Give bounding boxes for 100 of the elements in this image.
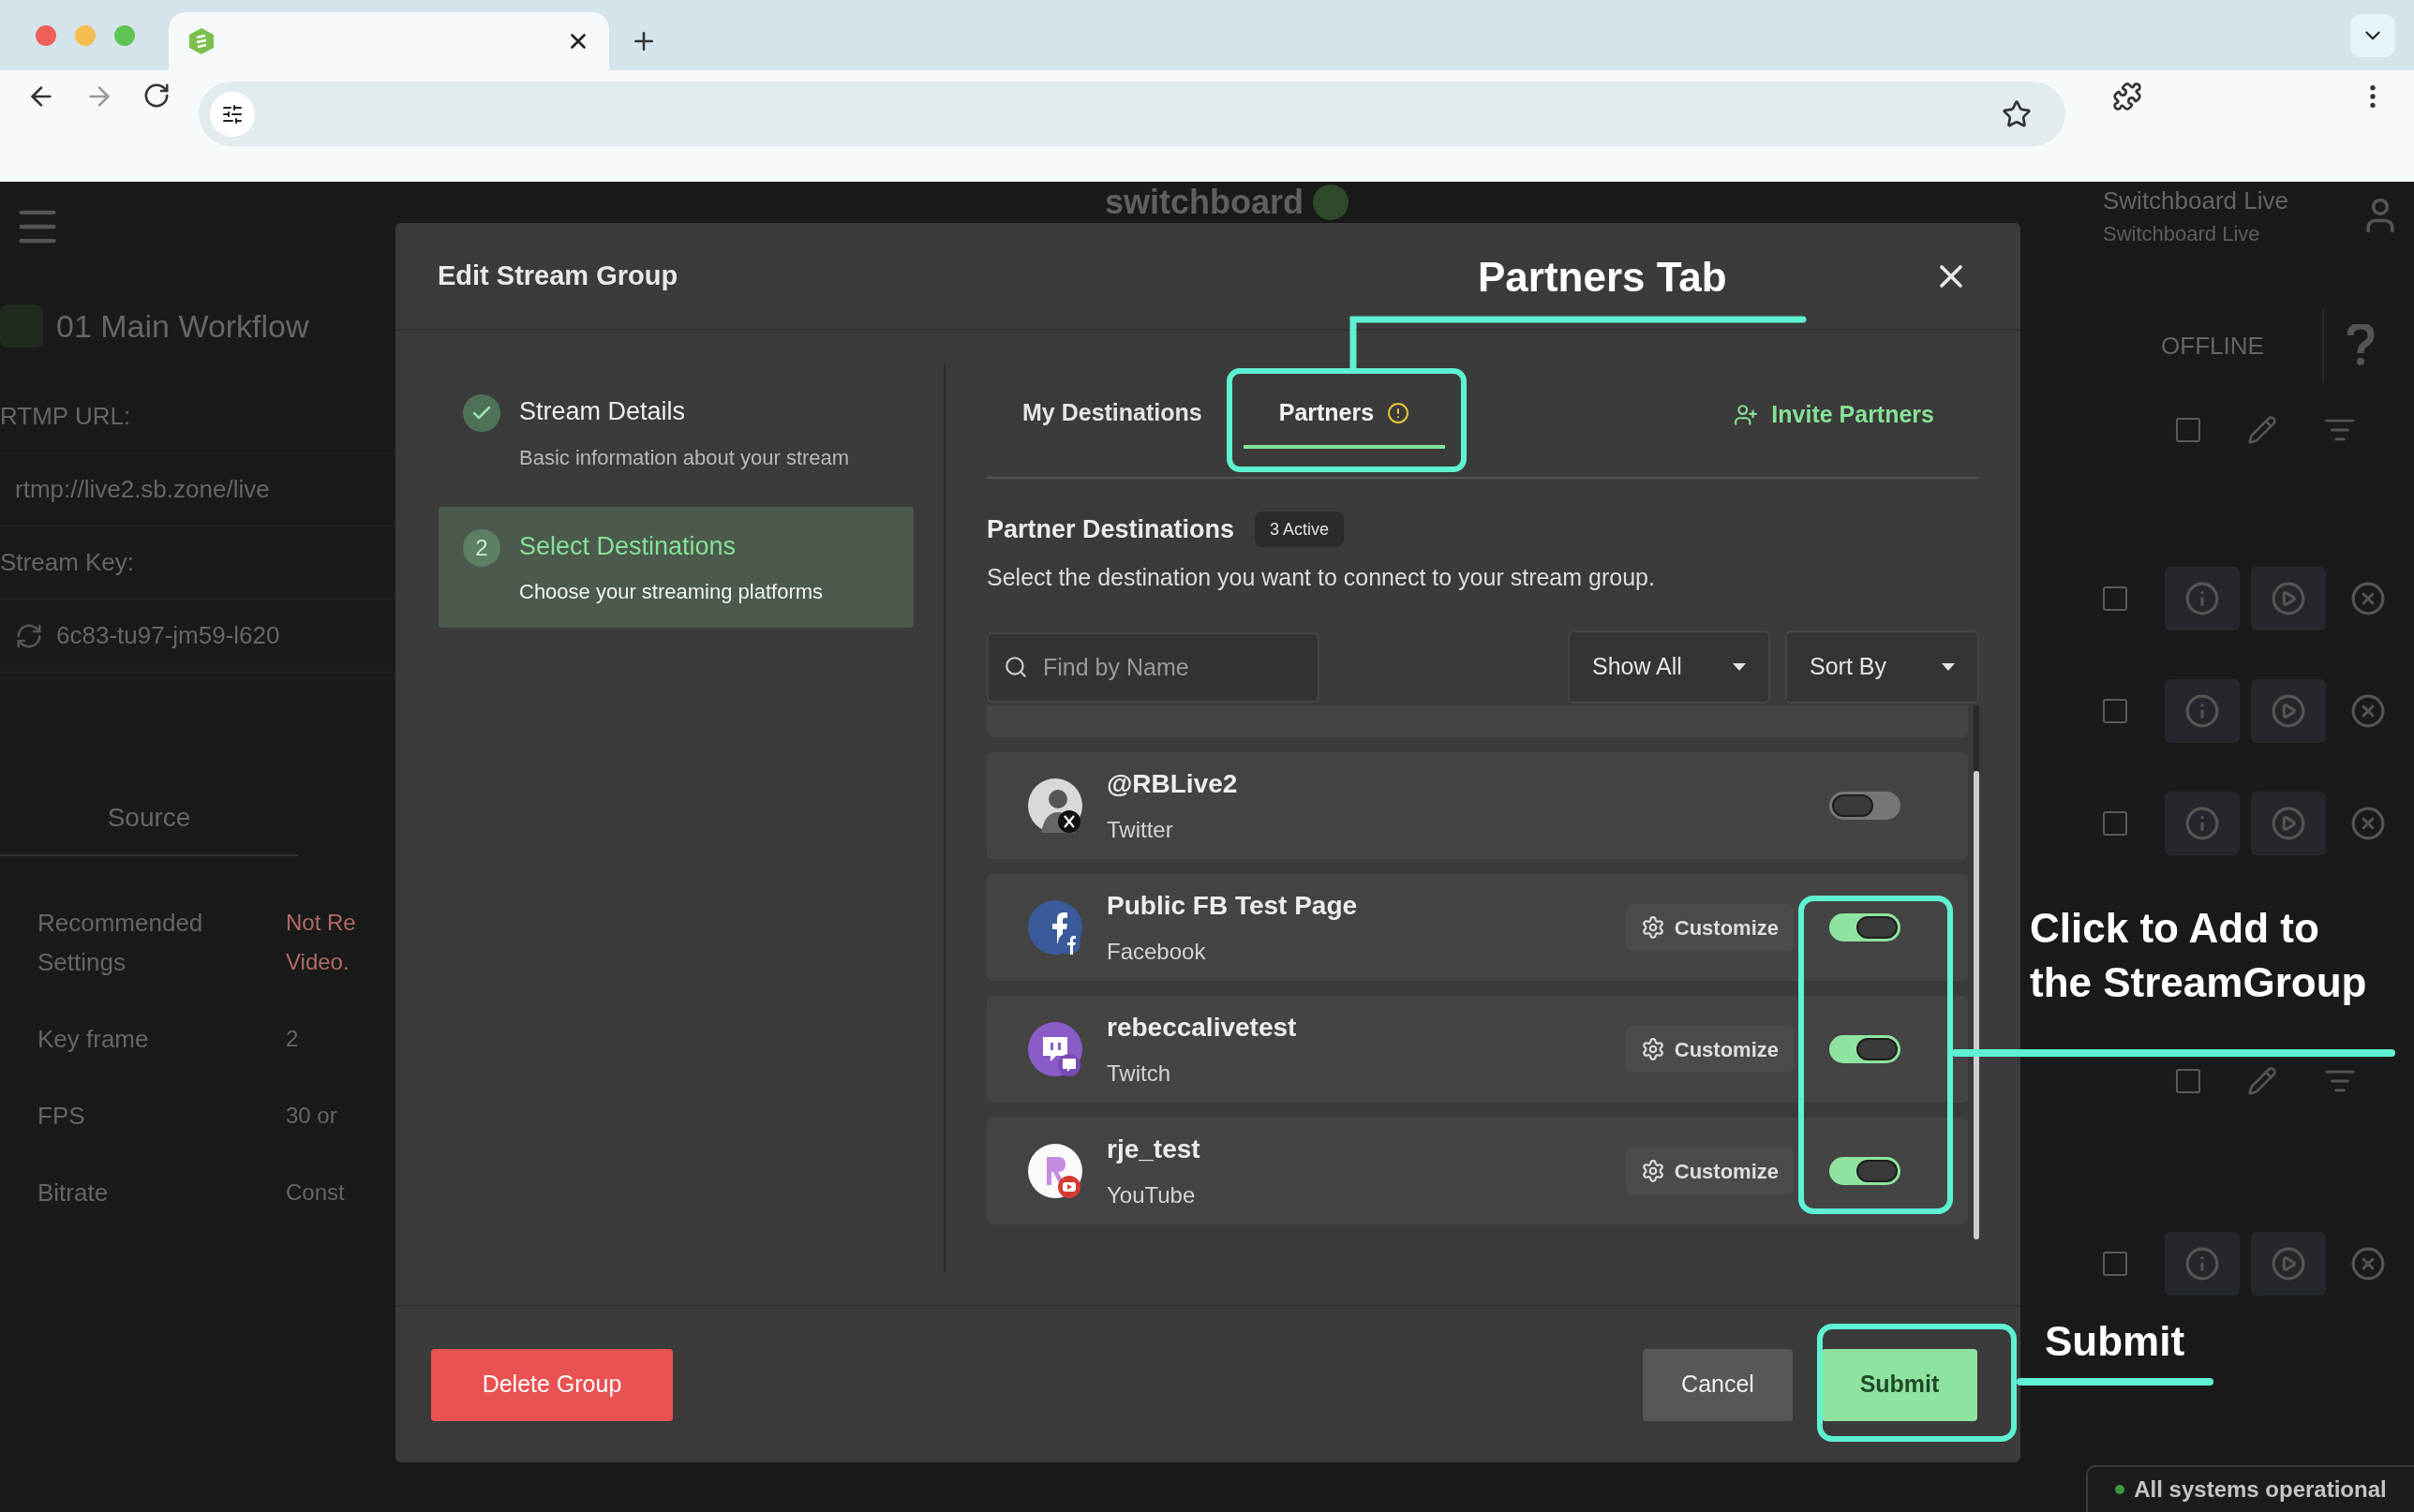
check-icon [463, 394, 500, 432]
system-status[interactable]: All systems operational [2086, 1465, 2414, 1512]
step-item[interactable]: 2 Select Destinations Choose your streaming platforms [439, 506, 914, 628]
gear-icon [1640, 1159, 1665, 1183]
platform-name: Twitter [1107, 816, 1174, 844]
setting-label: Key frame [37, 1024, 150, 1055]
avatar-icon [1028, 900, 1082, 955]
avatar-icon [1028, 1144, 1082, 1198]
setting-label: FPS [37, 1101, 86, 1132]
platform-name: YouTube [1107, 1181, 1197, 1209]
annotation-label: Click to Add to the StreamGroup [2030, 904, 2367, 1007]
field-label: RTMP URL: [0, 401, 131, 432]
customize-button[interactable]: Customize [1625, 1148, 1794, 1194]
remove-icon[interactable] [2350, 806, 2386, 841]
caret-icon [1733, 663, 1746, 671]
setting-label: Recommended Settings [37, 908, 204, 978]
user-plus-icon [1734, 403, 1759, 427]
edit-icon[interactable] [2247, 415, 2277, 445]
info-button[interactable] [2165, 567, 2240, 630]
info-icon [2184, 806, 2220, 841]
edit-icon[interactable] [2247, 1066, 2277, 1096]
destination-name: @RBLive2 [1107, 768, 1238, 800]
site-logo-icon [187, 27, 216, 55]
filter-dropdown[interactable]: Sort By [1785, 630, 1979, 704]
toggle-switch[interactable] [1829, 1035, 1900, 1063]
toggle-switch[interactable] [1829, 792, 1900, 820]
avatar-icon [1028, 778, 1082, 833]
checkbox[interactable] [2103, 586, 2127, 611]
annotation-label: Partners Tab [1478, 253, 1727, 302]
tab[interactable]: My Destinations [987, 381, 1238, 449]
field-value: rtmp://live2.sb.zone/live [15, 474, 270, 505]
section-description: Select the destination you want to connect to your stream group. [987, 562, 1656, 592]
minimize-window-icon[interactable] [75, 24, 96, 46]
play-button[interactable] [2251, 1232, 2326, 1296]
section-title: Partner Destinations [987, 514, 1235, 545]
play-button[interactable] [2251, 567, 2326, 630]
checkbox[interactable] [2176, 418, 2200, 442]
cancel-button[interactable]: Cancel [1643, 1348, 1793, 1421]
play-icon [2271, 581, 2306, 616]
setting-value: Not Re [286, 909, 356, 937]
caret-icon [1942, 663, 1955, 671]
delete-group-button[interactable]: Delete Group [431, 1348, 673, 1421]
step-description: Basic information about your stream [519, 444, 850, 471]
toggle-switch[interactable] [1829, 1157, 1900, 1185]
remove-icon[interactable] [2350, 581, 2386, 616]
submit-button[interactable]: Submit [1822, 1348, 1977, 1421]
annotation-label: Submit [2045, 1317, 2185, 1366]
info-button[interactable] [2165, 679, 2240, 743]
avatar-icon [1028, 1022, 1082, 1076]
customize-button[interactable]: Customize [1625, 1026, 1794, 1073]
search-icon [1004, 654, 1028, 679]
platform-name: Twitch [1107, 1060, 1171, 1088]
active-count-badge: 3 Active [1255, 511, 1345, 548]
setting-value: Const [286, 1178, 345, 1207]
play-button[interactable] [2251, 792, 2326, 855]
customize-button[interactable]: Customize [1625, 904, 1794, 951]
help-icon[interactable] [2347, 324, 2375, 367]
info-icon [2184, 693, 2220, 729]
app-logo: switchboard [1105, 184, 1304, 221]
step-item[interactable]: Stream Details Basic information about your stream [439, 372, 914, 494]
field-value: 6c83-tu97-jm59-l620 [56, 620, 280, 651]
remove-icon[interactable] [2350, 1246, 2386, 1282]
info-button[interactable] [2165, 792, 2240, 855]
logo-mark-icon [1313, 185, 1349, 220]
checkbox[interactable] [2103, 811, 2127, 836]
remove-icon[interactable] [2350, 693, 2386, 729]
tab-list-button[interactable] [2350, 13, 2395, 57]
setting-value: 2 [286, 1025, 299, 1053]
setting-label: Bitrate [37, 1178, 110, 1208]
step-description: Choose your streaming platforms [519, 579, 824, 605]
status-label: OFFLINE [2103, 308, 2324, 383]
bookmark-icon[interactable] [2002, 98, 2032, 129]
workflow-title: 01 Main Workflow [56, 306, 309, 346]
play-button[interactable] [2251, 679, 2326, 743]
checkbox[interactable] [2103, 699, 2127, 723]
step-title: Stream Details [519, 396, 687, 427]
setting-value: 30 or [286, 1102, 337, 1130]
tab[interactable]: Partners [1243, 381, 1446, 449]
maximize-window-icon[interactable] [114, 24, 135, 46]
platform-name: Facebook [1107, 938, 1207, 966]
field-label: Stream Key: [0, 547, 135, 578]
filter-dropdown[interactable]: Show All [1568, 630, 1770, 704]
gear-icon [1640, 1037, 1665, 1061]
invite-partners-link[interactable]: Invite Partners [1734, 393, 1934, 437]
checkbox[interactable] [2103, 1252, 2127, 1276]
reload-icon[interactable] [142, 82, 171, 110]
info-button[interactable] [2165, 1232, 2240, 1296]
search-field[interactable]: Find by Name [987, 631, 1319, 703]
play-icon [2271, 806, 2306, 841]
warning-icon [1387, 402, 1410, 424]
destination-name: rebeccalivetest [1107, 1012, 1297, 1044]
checkbox[interactable] [2176, 1069, 2200, 1093]
site-settings-icon[interactable] [221, 102, 244, 126]
destination-name: rje_test [1107, 1134, 1200, 1165]
dialog-title: Edit Stream Group [438, 259, 678, 292]
info-icon [2184, 581, 2220, 616]
destination-name: Public FB Test Page [1107, 890, 1358, 922]
extensions-icon[interactable] [2112, 82, 2142, 111]
close-window-icon[interactable] [36, 24, 56, 46]
toggle-switch[interactable] [1829, 913, 1900, 941]
